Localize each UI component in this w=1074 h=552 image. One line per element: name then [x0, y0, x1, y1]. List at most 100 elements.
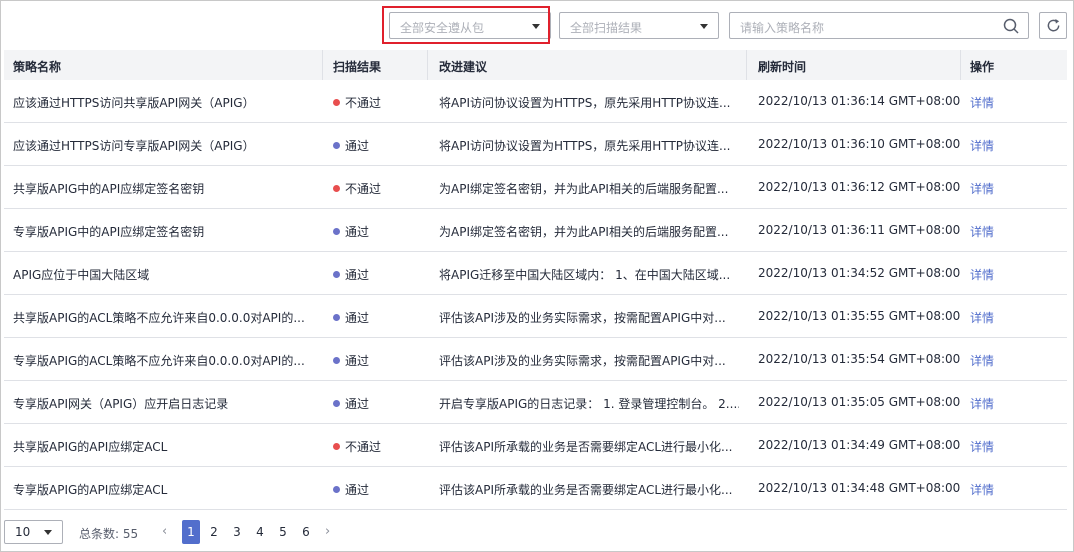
page-2-button[interactable]: 2: [205, 520, 223, 544]
column-divider: [322, 50, 323, 80]
status-dot: [333, 314, 340, 321]
highlight-box: [382, 6, 550, 44]
details-link[interactable]: 详情: [970, 223, 994, 240]
suggestion-text: 评估该API所承载的业务是否需要绑定ACL进行最小化...: [439, 483, 733, 497]
status-dot: [333, 142, 340, 149]
policy-name: 专享版APIG的API应绑定ACL: [13, 483, 168, 497]
refresh-time: 2022/10/13 01:35:55 GMT+08:00: [758, 309, 961, 323]
table-row: 专享版APIG中的API应绑定签名密钥 通过 为API绑定签名密钥，并为此API…: [4, 209, 1067, 252]
table-row: APIG应位于中国大陆区域 通过 将APIG迁移至中国大陆区域内： 1、在中国大…: [4, 252, 1067, 295]
refresh-time: 2022/10/13 01:36:12 GMT+08:00: [758, 180, 961, 194]
scan-result-select[interactable]: 全部扫描结果: [559, 12, 719, 39]
scan-status: 通过: [333, 395, 369, 412]
details-link[interactable]: 详情: [970, 438, 994, 455]
policy-name: 专享版APIG中的API应绑定签名密钥: [13, 225, 205, 239]
status-dot: [333, 400, 340, 407]
total-count: 总条数: 55: [79, 527, 139, 541]
policy-name: 专享版APIG的ACL策略不应允许来自0.0.0.0对API的...: [13, 354, 305, 368]
scan-status: 不通过: [333, 94, 381, 111]
suggestion-text: 开启专享版APIG的日志记录： 1. 登录管理控制台。 2....: [439, 397, 739, 411]
status-dot: [333, 271, 340, 278]
column-divider: [960, 50, 961, 80]
details-link[interactable]: 详情: [970, 309, 994, 326]
table-row: 专享版APIG的ACL策略不应允许来自0.0.0.0对API的... 通过 评估…: [4, 338, 1067, 381]
policy-name: 共享版APIG的ACL策略不应允许来自0.0.0.0对API的...: [13, 311, 305, 325]
scan-status: 通过: [333, 481, 369, 498]
table-row: 专享版API网关（APIG）应开启日志记录 通过 开启专享版APIG的日志记录：…: [4, 381, 1067, 424]
status-dot: [333, 185, 340, 192]
status-text: 通过: [345, 311, 370, 325]
refresh-time: 2022/10/13 01:35:05 GMT+08:00: [758, 395, 961, 409]
table-row: 共享版APIG的ACL策略不应允许来自0.0.0.0对API的... 通过 评估…: [4, 295, 1067, 338]
column-header-policy-name[interactable]: 策略名称: [13, 58, 61, 75]
status-dot: [333, 228, 340, 235]
policy-name: 应该通过HTTPS访问专享版API网关（APIG）: [13, 139, 255, 153]
policy-name: 共享版APIG中的API应绑定签名密钥: [13, 182, 205, 196]
status-text: 通过: [345, 139, 370, 153]
scan-result-select-value: 全部扫描结果: [570, 21, 643, 35]
column-header-operation: 操作: [970, 60, 995, 74]
policy-search-input[interactable]: 请输入策略名称: [729, 12, 1029, 39]
column-divider: [746, 50, 747, 80]
table-row: 专享版APIG的API应绑定ACL 通过 评估该API所承载的业务是否需要绑定A…: [4, 467, 1067, 510]
status-dot: [333, 486, 340, 493]
scan-status: 不通过: [333, 180, 381, 197]
page-3-button[interactable]: 3: [228, 520, 246, 544]
details-link[interactable]: 详情: [970, 94, 994, 111]
status-text: 通过: [345, 397, 370, 411]
page-size-value: 10: [15, 525, 31, 539]
scan-status: 通过: [333, 266, 369, 283]
status-dot: [333, 357, 340, 364]
status-dot: [333, 99, 340, 106]
status-text: 通过: [345, 483, 370, 497]
status-text: 通过: [345, 268, 370, 282]
column-header-refresh-time[interactable]: 刷新时间: [758, 58, 806, 75]
refresh-time: 2022/10/13 01:34:49 GMT+08:00: [758, 438, 961, 452]
suggestion-text: 评估该API所承载的业务是否需要绑定ACL进行最小化...: [439, 440, 733, 454]
refresh-time: 2022/10/13 01:36:10 GMT+08:00: [758, 137, 961, 151]
prev-page-button[interactable]: ‹: [162, 524, 167, 539]
status-text: 不通过: [345, 96, 382, 110]
search-placeholder: 请输入策略名称: [740, 21, 825, 35]
policy-name: 共享版APIG的API应绑定ACL: [13, 440, 168, 454]
page-1-button[interactable]: 1: [182, 520, 200, 544]
details-link[interactable]: 详情: [970, 352, 994, 369]
suggestion-text: 将API访问协议设置为HTTPS，原先采用HTTP协议连...: [439, 96, 731, 110]
refresh-icon: [1047, 18, 1060, 32]
suggestion-text: 为API绑定签名密钥，并为此API相关的后端服务配置...: [439, 225, 729, 239]
status-text: 通过: [345, 225, 370, 239]
next-page-button[interactable]: ›: [325, 524, 330, 539]
page-5-button[interactable]: 5: [274, 520, 292, 544]
column-header-suggestion: 改进建议: [439, 60, 488, 74]
refresh-time: 2022/10/13 01:36:11 GMT+08:00: [758, 223, 961, 237]
column-divider: [427, 50, 428, 80]
chevron-down-icon: [700, 24, 708, 29]
scan-status: 通过: [333, 309, 369, 326]
refresh-time: 2022/10/13 01:34:48 GMT+08:00: [758, 481, 961, 495]
policy-name: 应该通过HTTPS访问共享版API网关（APIG）: [13, 96, 255, 110]
column-header-scan-result[interactable]: 扫描结果: [333, 58, 381, 75]
suggestion-text: 将API访问协议设置为HTTPS，原先采用HTTP协议连...: [439, 139, 731, 153]
search-icon[interactable]: [1003, 18, 1019, 37]
status-dot: [333, 443, 340, 450]
details-link[interactable]: 详情: [970, 481, 994, 498]
page-size-select[interactable]: 10: [4, 520, 63, 544]
details-link[interactable]: 详情: [970, 180, 994, 197]
table-row: 共享版APIG中的API应绑定签名密钥 不通过 为API绑定签名密钥，并为此AP…: [4, 166, 1067, 209]
table-row: 应该通过HTTPS访问共享版API网关（APIG） 不通过 将API访问协议设置…: [4, 80, 1067, 123]
details-link[interactable]: 详情: [970, 395, 994, 412]
refresh-button[interactable]: [1039, 12, 1067, 39]
suggestion-text: 为API绑定签名密钥，并为此API相关的后端服务配置...: [439, 182, 729, 196]
table-row: 共享版APIG的API应绑定ACL 不通过 评估该API所承载的业务是否需要绑定…: [4, 424, 1067, 467]
policy-name: 专享版API网关（APIG）应开启日志记录: [13, 397, 229, 411]
scan-status: 通过: [333, 223, 369, 240]
page-4-button[interactable]: 4: [251, 520, 269, 544]
policy-name: APIG应位于中国大陆区域: [13, 268, 150, 282]
scan-status: 通过: [333, 352, 369, 369]
refresh-time: 2022/10/13 01:34:52 GMT+08:00: [758, 266, 961, 280]
details-link[interactable]: 详情: [970, 137, 994, 154]
refresh-time: 2022/10/13 01:36:14 GMT+08:00: [758, 94, 961, 108]
scan-status: 不通过: [333, 438, 381, 455]
details-link[interactable]: 详情: [970, 266, 994, 283]
page-6-button[interactable]: 6: [297, 520, 315, 544]
